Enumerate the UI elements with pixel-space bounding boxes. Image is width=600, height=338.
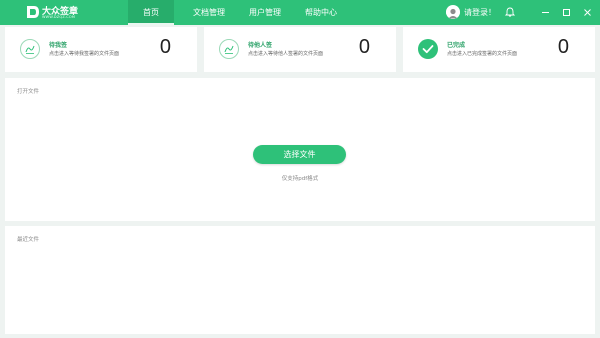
tab-help-center[interactable]: 帮助中心 [298, 0, 344, 25]
card-description: 点击进入等待我签署的文件页面 [49, 51, 120, 57]
card-title: 待他人签 [248, 42, 273, 49]
app-header: 大众签章 WWW.DZQZ.COM 首页 文档管理 用户管理 帮助中心 请登录！ [0, 0, 600, 25]
card-count: 0 [557, 36, 569, 58]
close-icon [583, 8, 591, 16]
login-link[interactable]: 请登录！ [464, 7, 496, 18]
app-subtitle: WWW.DZQZ.COM [42, 15, 76, 19]
card-pending-others[interactable]: 待他人签 点击进入等待他人签署的文件页面 0 [204, 27, 396, 72]
app-logo: 大众签章 WWW.DZQZ.COM [26, 4, 116, 22]
card-count: 0 [358, 36, 370, 58]
tab-document-management[interactable]: 文档管理 [186, 0, 232, 25]
recent-files-panel: 最近文件 [5, 226, 595, 334]
bell-icon [505, 7, 515, 17]
avatar[interactable] [446, 5, 460, 19]
logo-icon [27, 6, 39, 18]
maximize-button[interactable] [559, 5, 573, 19]
tab-home[interactable]: 首页 [128, 0, 174, 25]
minimize-button[interactable] [538, 5, 552, 19]
signature-others-icon [219, 39, 239, 59]
card-description: 点击进入等待他人签署的文件页面 [248, 51, 324, 57]
format-note: 仅支持pdf格式 [281, 176, 319, 182]
open-file-title: 打开文件 [17, 89, 40, 95]
card-completed[interactable]: 已完成 点击进入已完成签署的文件页面 0 [403, 27, 595, 72]
card-pending-me[interactable]: 待我签 点击进入等待我签署的文件页面 0 [5, 27, 197, 72]
card-title: 待我签 [49, 42, 68, 49]
card-count: 0 [159, 36, 171, 58]
card-title: 已完成 [447, 42, 466, 49]
user-avatar-icon [446, 6, 460, 19]
check-icon [418, 39, 438, 59]
maximize-icon [562, 8, 570, 16]
close-button[interactable] [580, 5, 594, 19]
signature-pending-icon [20, 39, 40, 59]
notification-button[interactable] [503, 5, 517, 19]
card-description: 点击进入已完成签署的文件页面 [447, 51, 518, 57]
tab-user-management[interactable]: 用户管理 [242, 0, 288, 25]
recent-files-title: 最近文件 [17, 237, 40, 243]
choose-file-button[interactable]: 选择文件 [253, 145, 346, 164]
minimize-icon [541, 11, 549, 13]
